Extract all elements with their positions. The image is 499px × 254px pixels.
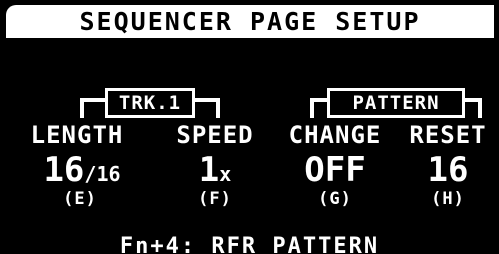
title-bar: SEQUENCER PAGE SETUP (6, 5, 494, 38)
speed-key-hint: (F) (198, 189, 232, 209)
speed-value[interactable]: 1x (175, 152, 255, 188)
pattern-group-label: PATTERN (327, 88, 465, 118)
track-group: TRK.1 (80, 88, 220, 118)
pattern-group-bracket-right-tick (478, 98, 482, 118)
change-label: CHANGE (288, 121, 382, 149)
track-group-label: TRK.1 (105, 88, 195, 118)
sequencer-page-setup-screen: SEQUENCER PAGE SETUP TRK.1 PATTERN LENGT… (0, 0, 499, 254)
speed-value-number: 1 (198, 150, 220, 190)
reset-label: RESET (409, 121, 487, 149)
length-label: LENGTH (30, 121, 124, 149)
pattern-group: PATTERN (310, 88, 482, 118)
change-key-hint: (G) (318, 189, 352, 209)
change-value-text: OFF (304, 150, 366, 190)
page-title: SEQUENCER PAGE SETUP (79, 7, 421, 36)
footer-shortcut-hint: Fn+4: RFR PATTERN (119, 234, 380, 254)
length-value[interactable]: 16/16 (22, 152, 142, 188)
reset-value-number: 16 (427, 150, 469, 190)
length-key-hint: (E) (63, 189, 97, 209)
pattern-group-bracket-left-tick (310, 98, 314, 118)
speed-value-suffix: x (219, 162, 232, 186)
reset-value[interactable]: 16 (408, 152, 488, 188)
length-value-number: 16 (43, 150, 85, 190)
speed-label: SPEED (176, 121, 254, 149)
track-group-bracket-left-tick (80, 98, 84, 118)
reset-key-hint: (H) (431, 189, 465, 209)
track-group-bracket-right-tick (216, 98, 220, 118)
change-value[interactable]: OFF (285, 152, 385, 188)
length-value-suffix: /16 (84, 162, 121, 186)
